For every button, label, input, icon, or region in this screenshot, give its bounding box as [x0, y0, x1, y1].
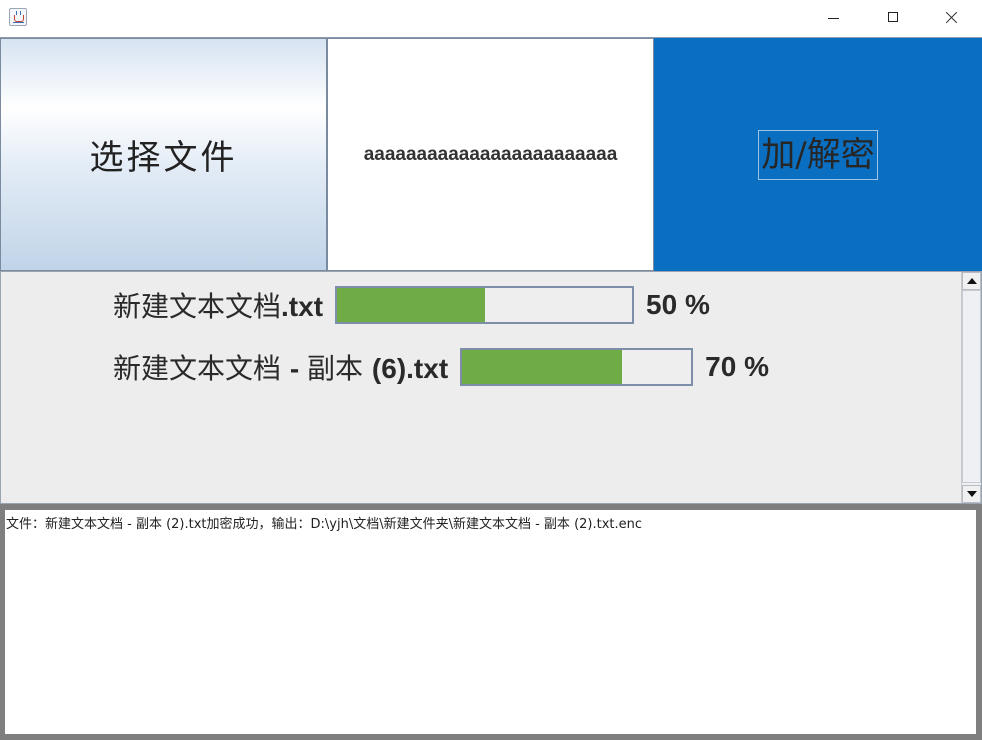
scroll-up-arrow-icon[interactable]	[962, 272, 981, 290]
progress-percent: 50 %	[646, 289, 710, 320]
encrypt-decrypt-label: 加/解密	[758, 129, 878, 180]
progress-bar	[460, 348, 694, 386]
log-frame: 文件：新建文本文档 - 副本 (2).txt加密成功，输出：D:\yjh\文档\…	[0, 504, 982, 740]
scroll-track[interactable]	[962, 290, 981, 483]
selected-filename: aaaaaaaaaaaaaaaaaaaaaaaa	[363, 143, 618, 165]
progress-bar	[335, 286, 635, 324]
progress-item: 新建文本文档.txt 50 %	[113, 284, 710, 326]
choose-file-label: 选择文件	[89, 138, 238, 178]
log-text-area[interactable]: 文件：新建文本文档 - 副本 (2).txt加密成功，输出：D:\yjh\文档\…	[5, 510, 976, 734]
choose-file-button[interactable]: 选择文件	[0, 38, 327, 271]
selected-filename-display: aaaaaaaaaaaaaaaaaaaaaaaa	[327, 38, 654, 271]
maximize-icon[interactable]	[870, 0, 916, 36]
progress-percent: 70 %	[705, 351, 769, 382]
java-coffee-icon[interactable]	[9, 8, 27, 26]
progress-item: 新建文本文档 - 副本 (6).txt 70 %	[113, 346, 769, 388]
progress-file-name: 新建文本文档.txt	[113, 290, 324, 323]
progress-file-name: 新建文本文档 - 副本 (6).txt	[113, 352, 449, 385]
action-row: 选择文件 aaaaaaaaaaaaaaaaaaaaaaaa 加/解密	[0, 38, 982, 271]
vertical-scrollbar[interactable]	[961, 272, 981, 503]
title-bar	[0, 0, 982, 38]
progress-fill	[337, 288, 485, 322]
minimize-icon[interactable]	[810, 0, 856, 36]
progress-fill	[462, 350, 623, 384]
scroll-down-arrow-icon[interactable]	[962, 485, 981, 503]
close-icon[interactable]	[928, 0, 974, 36]
encrypt-decrypt-button[interactable]: 加/解密	[654, 38, 982, 271]
progress-panel: 新建文本文档.txt 50 % 新建文本文档 - 副本 (6).txt 70 %	[0, 271, 982, 504]
